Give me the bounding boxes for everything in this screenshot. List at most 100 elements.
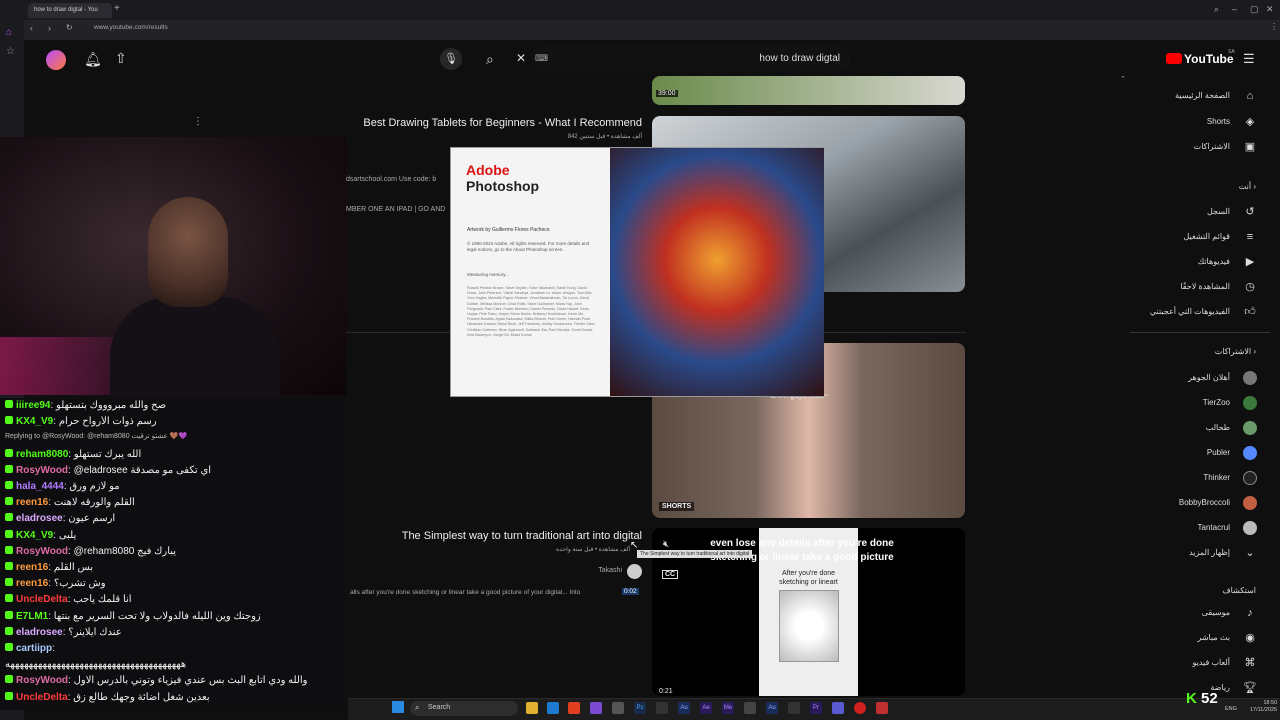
back-icon[interactable]: ‹ [30,23,33,33]
channel-item[interactable]: Thinker [1118,468,1258,488]
chat-username[interactable]: KX4_V9 [16,530,53,541]
app-icon[interactable] [788,702,800,714]
video-title[interactable]: Best Drawing Tablets for Beginners - Wha… [350,117,642,129]
star-icon[interactable]: ☆ [6,46,15,57]
nav-live[interactable]: بث مباشر ◉ [1118,628,1258,648]
kick-logo-icon: K [1186,690,1201,707]
viewer-count: K 52 [1186,690,1218,707]
app-icon[interactable] [876,702,888,714]
nav-shorts[interactable]: Shorts ◈ [1118,112,1258,132]
maximize-icon[interactable]: ▢ [1250,4,1259,15]
chat-username[interactable]: E7LM1 [16,611,48,622]
duration-badge: 39:00 [656,90,678,97]
search-icon[interactable]: ⌕ [486,51,494,68]
nav-music[interactable]: موسيقى ♪ [1118,603,1258,623]
language-indicator[interactable]: ENG [1225,706,1237,712]
obs-icon[interactable] [854,702,866,714]
avatar[interactable] [46,50,66,70]
mute-icon[interactable]: 🔇︎ [663,539,669,550]
channel-item[interactable]: طحالب [1118,418,1258,438]
audition-icon[interactable]: Au [678,702,690,714]
chat-username[interactable]: RosyWood [16,675,68,686]
search-tabs-icon[interactable]: ⌕ [1214,4,1219,15]
chat-message: KX4_V9: يلبى [5,529,345,546]
nav-home[interactable]: الصفحة الرئيسية ⌂ [1118,86,1258,106]
url-field[interactable]: www.youtube.com/results [94,24,168,31]
chat-username[interactable]: eladrosee [16,627,63,638]
home-icon[interactable]: ⌂ [6,27,12,38]
minimize-icon[interactable]: – [1232,4,1237,14]
start-icon[interactable] [392,701,404,713]
system-clock[interactable]: 18:50 17/11/2025 [1250,700,1277,714]
channel-item[interactable]: Publer [1118,443,1258,463]
chat-username[interactable]: UncleDelta [16,692,68,703]
chat-username[interactable]: KX4_V9 [16,416,53,427]
nav-playlists[interactable]: قوائم التشغيل ≡ [1118,227,1258,247]
chat-username[interactable]: cartiipp [16,643,52,654]
nav-you-header[interactable]: أنت › [1239,182,1256,191]
chat-username[interactable]: RosyWood [16,465,68,476]
nav-show-more[interactable]: إظهار المزيد ⌄ [1118,543,1258,563]
menu-icon[interactable]: ☰ [1243,51,1255,67]
nav-your-videos[interactable]: فيديوهاتك ▶ [1118,252,1258,272]
close-icon[interactable]: ✕ [1266,4,1274,15]
discord-icon[interactable] [832,702,844,714]
chat-username[interactable]: eladrosee [16,513,63,524]
chat-username[interactable]: reen16 [16,578,48,589]
channel-name[interactable]: Takashi [560,567,622,574]
chat-username[interactable]: iiiree94 [16,400,50,411]
channel-item[interactable]: TierZoo [1118,393,1258,413]
app-icon[interactable] [744,702,756,714]
video-thumbnail[interactable] [652,76,965,105]
chat-message: hala_4444: مو لازم ورق [5,481,345,497]
channel-item[interactable]: Tantacrul [1118,518,1258,538]
premiere-icon[interactable]: Pr [810,702,822,714]
keyboard-icon[interactable]: ⌨ [535,53,548,64]
nav-history[interactable]: السجل ↺ [1118,202,1258,222]
audition-icon[interactable]: Au [766,702,778,714]
nav-watch-later[interactable]: المشاهدة لاحقًا ◷ [1118,277,1258,297]
scroll-up-icon[interactable]: ⌃ [1120,75,1126,83]
channel-avatar[interactable] [627,564,642,579]
channel-avatar [1243,371,1257,385]
chat-username[interactable]: reham8080 [16,449,68,460]
youtube-logo[interactable]: YouTube [1166,52,1234,66]
clear-search-icon[interactable]: ✕ [516,51,526,65]
nav-subscriptions[interactable]: الاشتراكات ▣ [1118,137,1258,157]
channel-item[interactable]: أهلان الجوهر [1118,368,1258,388]
cc-button[interactable]: CC [662,570,679,579]
brave-icon[interactable] [568,702,580,714]
extension-icon[interactable]: ⋮ [1270,22,1278,31]
nav-subscriptions-header[interactable]: الاشتراكات › [1215,347,1256,356]
upload-icon[interactable]: ⇧ [115,50,127,67]
new-tab-icon[interactable]: + [114,3,120,14]
subscriber-badge-icon [5,594,13,603]
visual-studio-icon[interactable] [590,702,602,714]
chat-username[interactable]: RosyWood [16,546,68,557]
mic-icon[interactable]: 🎙︎ [440,48,462,70]
photoshop-icon[interactable]: Ps [634,702,646,714]
nav-liked[interactable]: الفيديوهات التي أعجبتني 👍︎ [1118,302,1258,322]
bell-icon[interactable]: 🔔︎ [84,51,102,68]
chat-username[interactable]: UncleDelta [16,594,68,605]
chat-username[interactable]: hala_4444 [16,481,64,492]
reload-icon[interactable]: ↻ [66,23,73,32]
app-icon[interactable] [656,702,668,714]
chat-text: رسم ذوات الأرواح حرام [58,416,157,428]
more-options-icon[interactable]: ⋮ [193,116,203,127]
chat-username[interactable]: reen16 [16,562,48,573]
media-encoder-icon[interactable]: Me [722,702,734,714]
app-icon[interactable] [612,702,624,714]
file-explorer-icon[interactable] [526,702,538,714]
forward-icon[interactable]: › [48,23,51,33]
after-effects-icon[interactable]: Ae [700,702,712,714]
browser-tab[interactable]: how to draw digtal - You [28,3,112,18]
vscode-icon[interactable] [547,702,559,714]
subscriber-badge-icon [5,497,13,506]
channel-item[interactable]: BobbyBroccoli [1118,493,1258,513]
nav-gaming[interactable]: ألعاب فيديو ⌘ [1118,653,1258,673]
video-title[interactable]: The Simplest way to turn traditional art… [350,530,642,542]
taskbar-search[interactable]: Search [410,701,518,716]
chapter-timestamp[interactable]: 0:02 [622,588,639,595]
chat-username[interactable]: reen16 [16,497,48,508]
